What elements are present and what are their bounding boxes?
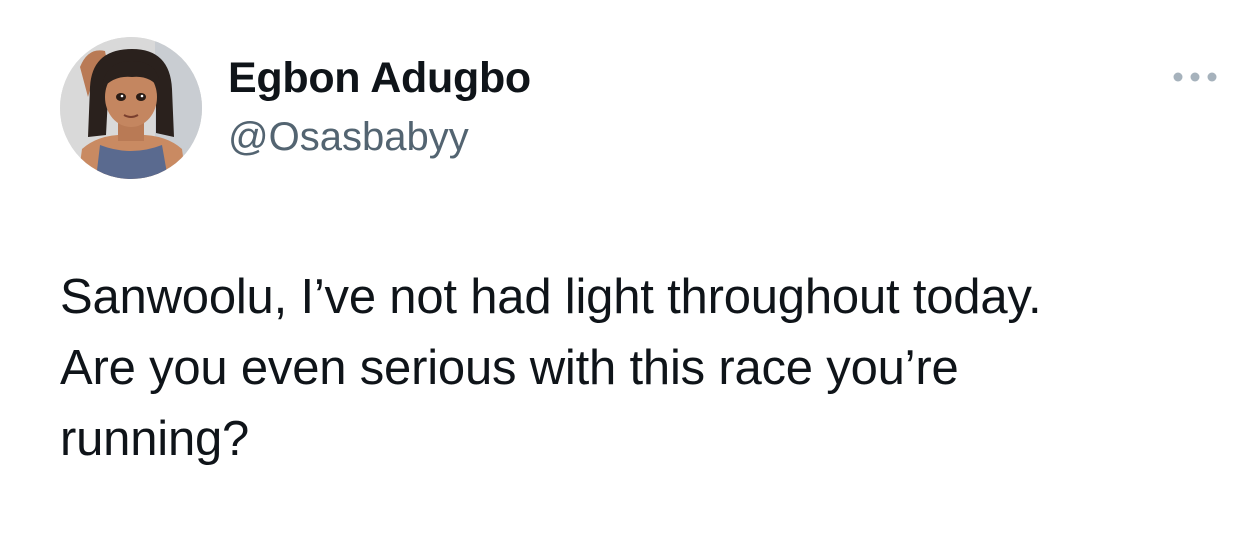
tweet-text-line: running? (60, 412, 250, 466)
tweet-card: Egbon Adugbo @Osasbabyy Sanwoolu, I’ve n… (0, 0, 1237, 547)
more-options-button[interactable] (1170, 62, 1220, 92)
tweet-text-line: Are you even serious with this race you’… (60, 341, 959, 395)
tweet-text: Sanwoolu, I’ve not had light throughout … (60, 262, 1210, 475)
author-info: Egbon Adugbo @Osasbabyy (228, 52, 531, 162)
author-display-name[interactable]: Egbon Adugbo (228, 52, 531, 104)
avatar-illustration (60, 37, 202, 179)
avatar[interactable] (60, 37, 202, 179)
tweet-text-line: Sanwoolu, I’ve not had light throughout … (60, 270, 1042, 324)
more-icon (1173, 72, 1217, 82)
author-handle[interactable]: @Osasbabyy (228, 112, 531, 162)
